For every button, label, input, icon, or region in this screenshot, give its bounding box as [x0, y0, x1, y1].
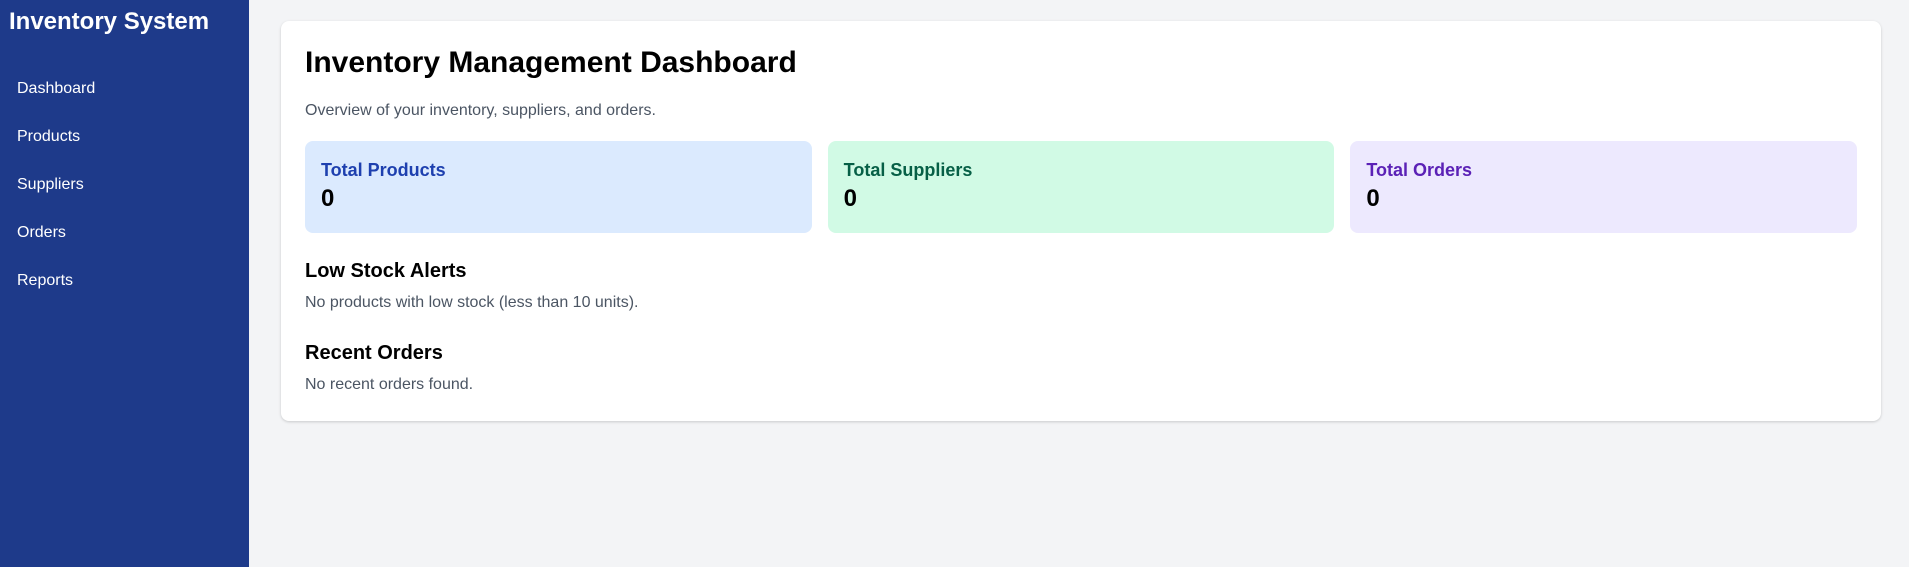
sidebar-item-reports[interactable]: Reports: [0, 257, 249, 305]
app-brand: Inventory System: [9, 8, 210, 35]
stats-row: Total Products 0 Total Suppliers 0 Total…: [305, 141, 1858, 233]
sidebar-item-suppliers[interactable]: Suppliers: [0, 161, 249, 209]
stat-label-total-orders: Total Orders: [1366, 160, 1473, 180]
app-shell: Inventory System Dashboard Products Supp…: [0, 0, 1909, 567]
page-subtitle: Overview of your inventory, suppliers, a…: [305, 102, 656, 119]
dashboard-card: Inventory Management Dashboard Overview …: [281, 21, 1881, 421]
sidebar-item-orders[interactable]: Orders: [0, 209, 249, 257]
recent-orders-message: No recent orders found.: [305, 376, 474, 393]
low-stock-message: No products with low stock (less than 10…: [305, 294, 639, 311]
sidebar-item-dashboard[interactable]: Dashboard: [0, 65, 249, 113]
stat-card-total-suppliers: Total Suppliers 0: [827, 141, 1335, 233]
sidebar-item-products[interactable]: Products: [0, 113, 249, 161]
page-title: Inventory Management Dashboard: [305, 46, 797, 79]
stat-label-total-suppliers: Total Suppliers: [843, 160, 973, 180]
sidebar-nav: Dashboard Products Suppliers Orders Repo…: [0, 40, 249, 305]
main-content: Inventory Management Dashboard Overview …: [249, 0, 1909, 567]
low-stock-heading: Low Stock Alerts: [305, 260, 467, 282]
stat-value-total-orders: 0: [1366, 185, 1380, 212]
stat-value-total-products: 0: [321, 185, 335, 212]
stat-value-total-suppliers: 0: [843, 185, 858, 212]
stat-label-total-products: Total Products: [321, 160, 446, 180]
stat-card-total-orders: Total Orders 0: [1350, 141, 1858, 233]
recent-orders-heading: Recent Orders: [305, 342, 443, 364]
sidebar: Inventory System Dashboard Products Supp…: [0, 0, 249, 567]
stat-card-total-products: Total Products 0: [305, 141, 812, 233]
